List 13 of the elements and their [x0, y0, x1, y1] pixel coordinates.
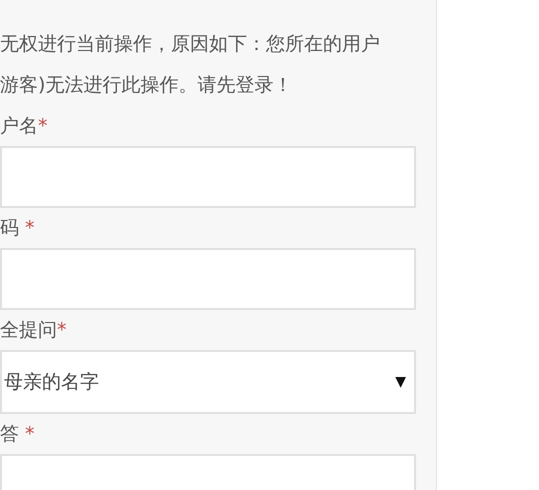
input-field[interactable] [0, 248, 416, 310]
field-label: 户名 [0, 115, 38, 137]
required-mark: * [57, 319, 66, 341]
dropdown[interactable]: 母亲的名字 ▼ [0, 350, 416, 414]
required-mark: * [24, 217, 35, 239]
input-field[interactable] [0, 146, 416, 208]
field-label: 全提问 [0, 319, 57, 341]
error-message: 游客)无法进行此操作。请先登录！ [0, 73, 294, 98]
field-label: 答 [0, 423, 19, 445]
required-mark: * [24, 423, 35, 445]
required-mark: * [38, 115, 48, 137]
field-label: 码 [0, 217, 19, 239]
error-message: 无权进行当前操作，原因如下：您所在的用户 [0, 32, 381, 57]
